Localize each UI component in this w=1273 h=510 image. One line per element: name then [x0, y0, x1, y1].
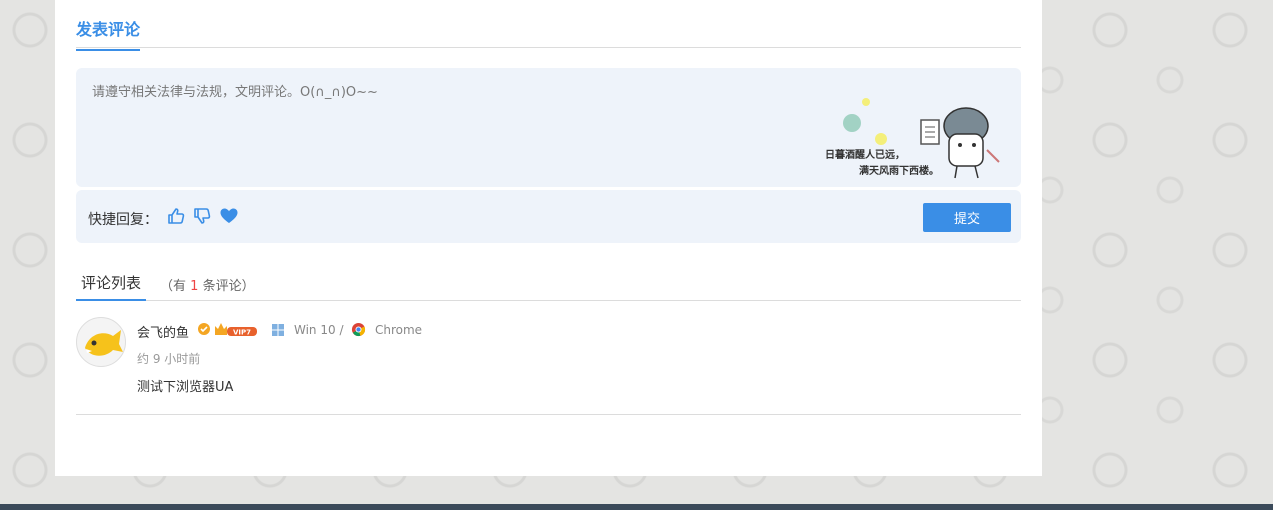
submit-button[interactable]: 提交: [923, 203, 1011, 232]
verified-badge-icon: [198, 323, 210, 335]
thumbs-up-icon[interactable]: [166, 206, 186, 226]
windows-icon: [272, 324, 284, 336]
comment-editor: 日暮酒醒人已远， 满天风雨下西楼。: [76, 68, 1021, 187]
comment-os: Win 10 /: [294, 323, 344, 337]
heart-icon[interactable]: [219, 206, 239, 226]
comment-list-title: 评论列表: [76, 272, 147, 301]
comment-card: 发表评论 日暮酒醒人已远， 满天风雨下西楼。 快捷回复：: [55, 0, 1042, 476]
bottom-bar: [0, 504, 1273, 510]
comment-browser: Chrome: [375, 323, 423, 337]
vip-badge-icon: VIP7: [215, 323, 257, 337]
comment-item: 会飞的鱼 VIP7 Win 10 / Chrome 约 9 小时前 测试下浏览器…: [76, 301, 1021, 415]
quick-reply-label: 快捷回复：: [88, 212, 158, 228]
decoration-illustration: 日暮酒醒人已远， 满天风雨下西楼。: [825, 98, 1000, 179]
decoration-text-2: 满天风雨下西楼。: [859, 164, 939, 177]
post-comment-title: 发表评论: [76, 16, 141, 51]
chrome-icon: [351, 322, 366, 337]
fish-avatar-icon: [85, 330, 123, 356]
comment-time: 约 9 小时前: [137, 352, 201, 366]
thumbs-down-icon[interactable]: [192, 206, 212, 226]
comment-author[interactable]: 会飞的鱼: [137, 322, 189, 341]
avatar[interactable]: [76, 317, 126, 367]
comment-actions-bar: 快捷回复： 提交: [76, 190, 1021, 243]
post-comment-header: 发表评论: [76, 0, 1021, 51]
comment-list-header: 评论列表 （有 1 条评论）: [76, 262, 1021, 301]
comment-content: 测试下浏览器UA: [137, 380, 234, 395]
decoration-text-1: 日暮酒醒人已远，: [825, 148, 905, 161]
vip-label: VIP7: [233, 329, 251, 337]
comment-count: （有 1 条评论）: [160, 279, 255, 294]
